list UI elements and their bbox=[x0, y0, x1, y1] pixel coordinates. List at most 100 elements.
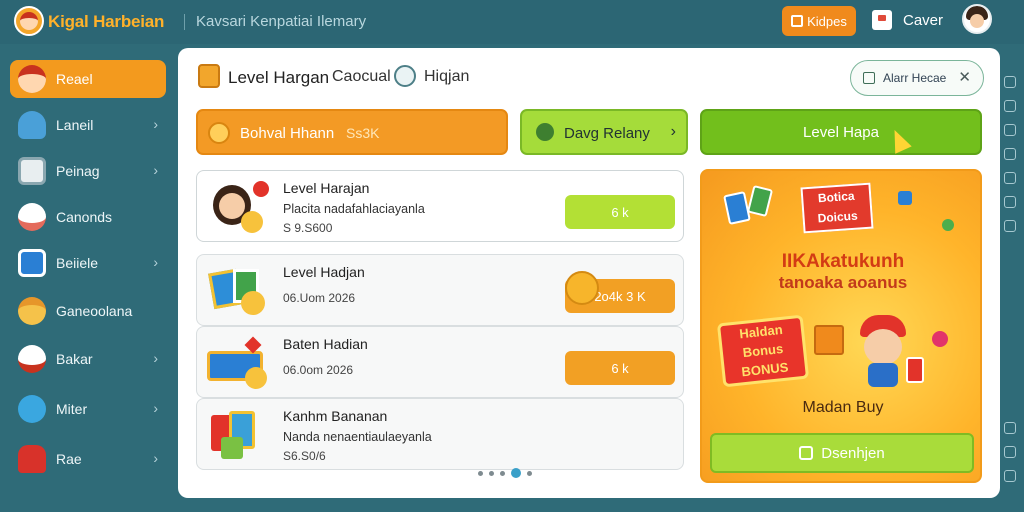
promo-headline: IIKAkatukunh bbox=[781, 251, 905, 272]
chef-icon bbox=[18, 203, 46, 231]
sidebar: Reael Laneil › Peinag › Canonds Beiiele … bbox=[0, 52, 172, 512]
list-item[interactable]: Kanhm Bananan Nanda nenaentiaulaeyanla S… bbox=[196, 398, 684, 470]
filter-chip[interactable]: Alarr Hecae ✕ bbox=[850, 60, 984, 96]
play-icon bbox=[18, 395, 46, 423]
avatar[interactable] bbox=[962, 4, 992, 34]
rail-icon[interactable] bbox=[1004, 100, 1016, 112]
promo-panel[interactable]: Botica Doicus IIKAkatukunh tanoaka aoanu… bbox=[700, 169, 982, 483]
sidebar-item-canonds[interactable]: Canonds bbox=[10, 198, 166, 236]
sidebar-item-peinag[interactable]: Peinag › bbox=[10, 152, 166, 190]
sidebar-item-label: Canonds bbox=[56, 209, 113, 225]
cart-icon[interactable] bbox=[872, 10, 892, 30]
level-up-button-label: Level Hapa bbox=[803, 123, 879, 141]
right-icon-rail bbox=[1004, 76, 1018, 506]
item-title: Level Harajan bbox=[283, 180, 370, 196]
chevron-right-icon: › bbox=[153, 254, 158, 270]
receipt-icon bbox=[18, 157, 46, 185]
filter-chip-label: Alarr Hecae bbox=[883, 71, 947, 85]
promo-caption: Madan Buy bbox=[802, 399, 884, 416]
sidebar-item-label: Peinag bbox=[56, 163, 100, 179]
chevron-right-icon: › bbox=[153, 450, 158, 466]
item-meta: S6.S0/6 bbox=[283, 449, 326, 463]
top-primary-button-label: Kidpes bbox=[807, 13, 847, 29]
item-action-button[interactable]: 6 k bbox=[565, 351, 675, 385]
smile-icon bbox=[536, 123, 554, 141]
promo-cta-label: Dsenhjen bbox=[821, 444, 885, 462]
item-title: Level Hadjan bbox=[283, 264, 365, 280]
chevron-right-icon: › bbox=[153, 350, 158, 366]
divider bbox=[184, 14, 185, 30]
sidebar-item-laneil[interactable]: Laneil › bbox=[10, 106, 166, 144]
balloon bbox=[932, 331, 948, 347]
level-up-button[interactable]: Level Hapa bbox=[700, 109, 982, 155]
search-bar[interactable]: Bohval Hhann Ss3K bbox=[196, 109, 508, 155]
page-dot[interactable] bbox=[489, 470, 494, 476]
page-dot[interactable] bbox=[500, 470, 505, 476]
ticket-icon bbox=[799, 446, 814, 460]
user-label[interactable]: Caver bbox=[903, 12, 943, 29]
top-bar: Kigal Harbeian Kavsari Kenpatiai Ilemary… bbox=[0, 0, 1024, 44]
sidebar-item-label: Beiiele bbox=[56, 255, 99, 271]
rail-icon[interactable] bbox=[1004, 148, 1016, 160]
top-primary-button[interactable]: Kidpes bbox=[782, 6, 856, 36]
sidebar-item-rae[interactable]: Rae › bbox=[10, 440, 166, 478]
chevron-right-icon: › bbox=[153, 116, 158, 132]
sidebar-item-reael[interactable]: Reael bbox=[10, 60, 166, 98]
badge-icon bbox=[394, 65, 416, 87]
hand-decoration bbox=[814, 325, 844, 355]
header-subtitle: Caocual bbox=[332, 68, 391, 85]
item-meta: 06.Uom 2026 bbox=[283, 291, 356, 305]
avatar-face bbox=[970, 14, 984, 28]
list-item[interactable]: Baten Hadian 06.0om 2026 6 k bbox=[196, 326, 684, 398]
cards-thumbnail bbox=[207, 265, 267, 317]
close-icon[interactable]: ✕ bbox=[958, 68, 971, 86]
sidebar-item-bakar[interactable]: Bakar › bbox=[10, 340, 166, 378]
chevron-right-icon: › bbox=[153, 400, 158, 416]
page-title: Level Hargan bbox=[228, 68, 330, 87]
banner-thumbnail bbox=[207, 336, 267, 389]
page-dot[interactable] bbox=[478, 470, 483, 476]
page-dot-active[interactable] bbox=[511, 468, 521, 478]
rail-icon[interactable] bbox=[1004, 470, 1016, 482]
header-subtitle-secondary: Hiqjan bbox=[424, 68, 470, 85]
car-icon bbox=[18, 445, 46, 473]
sidebar-item-miter[interactable]: Miter › bbox=[10, 390, 166, 428]
top-subtitle: Kavsari Kenpatiai Ilemary bbox=[196, 13, 367, 30]
item-action-button[interactable]: 6 k bbox=[565, 195, 675, 229]
rail-icon[interactable] bbox=[1004, 446, 1016, 458]
list-item[interactable]: Level Harajan Placita nadafahlaciayanla … bbox=[196, 170, 684, 242]
logo-face-icon bbox=[20, 12, 38, 30]
item-title: Baten Hadian bbox=[283, 336, 368, 352]
rail-icon[interactable] bbox=[1004, 124, 1016, 136]
sidebar-item-label: Reael bbox=[56, 71, 93, 87]
rail-icon[interactable] bbox=[1004, 76, 1016, 88]
main-panel: Level Hargan Caocual Hiqjan Alarr Hecae … bbox=[178, 48, 1000, 498]
sidebar-item-label: Bakar bbox=[56, 351, 93, 367]
gift-cards-thumbnail bbox=[207, 409, 267, 461]
sidebar-item-ganeoolana[interactable]: Ganeoolana bbox=[10, 292, 166, 330]
mascot-character bbox=[850, 315, 916, 387]
pagination-dots[interactable] bbox=[478, 468, 532, 478]
promo-cta-button[interactable]: Dsenhjen bbox=[710, 433, 974, 473]
search-label: Bohval Hhann bbox=[240, 125, 335, 142]
kid-icon bbox=[18, 65, 46, 93]
page-dot[interactable] bbox=[527, 470, 532, 476]
rail-icon[interactable] bbox=[1004, 172, 1016, 184]
rail-icon[interactable] bbox=[1004, 220, 1016, 232]
app-logo[interactable] bbox=[14, 6, 44, 36]
sidebar-item-beiiele[interactable]: Beiiele › bbox=[10, 244, 166, 282]
bonus-burst: Haldan Bonus BONUS bbox=[716, 314, 810, 388]
rail-icon[interactable] bbox=[1004, 196, 1016, 208]
honey-pot-icon bbox=[565, 271, 599, 305]
chevron-right-icon: › bbox=[153, 162, 158, 178]
rail-icon[interactable] bbox=[1004, 422, 1016, 434]
card-decoration bbox=[746, 184, 774, 218]
calendar-icon bbox=[863, 72, 875, 84]
item-description: Nanda nenaentiaulaeyanla bbox=[283, 430, 432, 444]
sidebar-item-label: Rae bbox=[56, 451, 82, 467]
list-item[interactable]: Level Hadjan 06.Uom 2026 2o4k 3 K bbox=[196, 254, 684, 326]
daily-button[interactable]: Davg Relany › bbox=[520, 109, 688, 155]
coin-icon bbox=[208, 122, 230, 144]
confetti bbox=[898, 191, 912, 205]
search-hint: Ss3K bbox=[346, 125, 380, 141]
